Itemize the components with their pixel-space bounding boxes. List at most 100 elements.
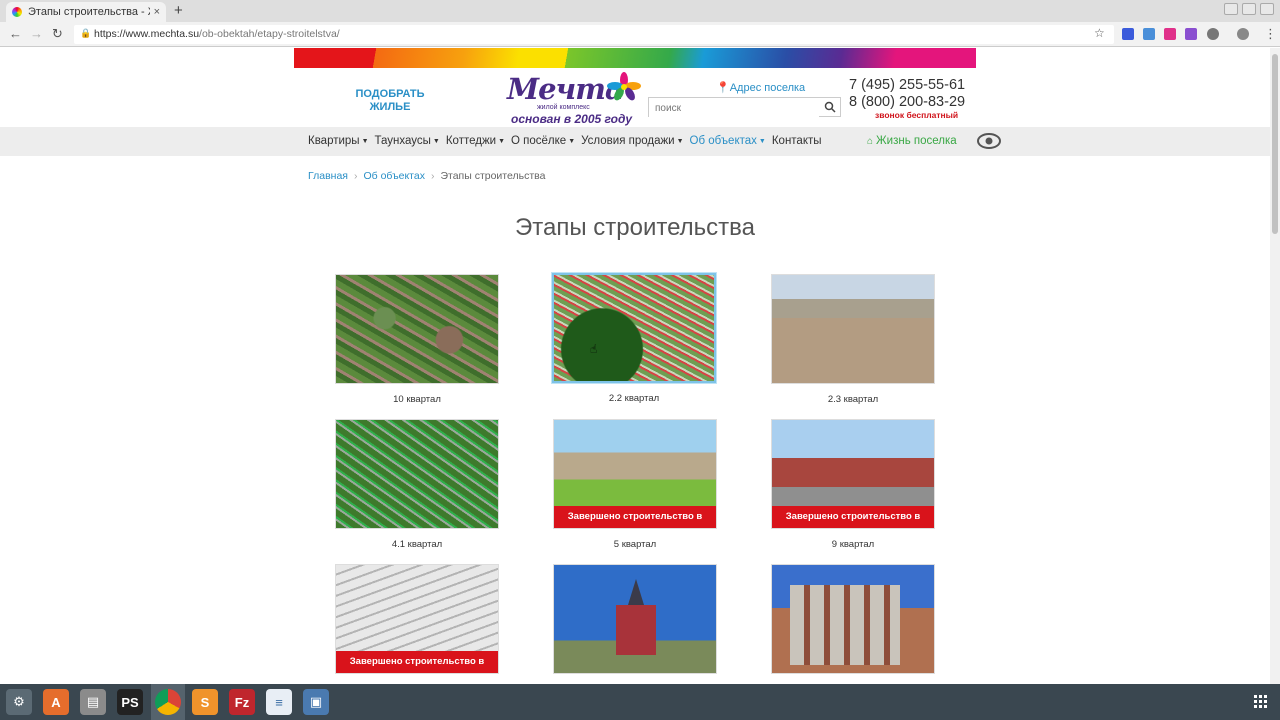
menu-item-about-objects[interactable]: Об объектах ▼ — [690, 135, 766, 147]
stage-photo[interactable]: Завершено строительство в 2016г. — [771, 419, 935, 529]
browser-tab[interactable]: Этапы строительства - Ж × — [6, 2, 166, 22]
stage-card-row3-2[interactable] — [553, 564, 717, 674]
extension-tool-icon[interactable] — [1185, 28, 1197, 40]
search-icon[interactable] — [824, 101, 836, 113]
stage-caption[interactable]: 10 квартал — [335, 394, 499, 405]
close-window-icon[interactable] — [1260, 3, 1274, 15]
menu-item-contacts[interactable]: Контакты — [772, 135, 822, 147]
menu-item-about-village[interactable]: О посёлке ▼ — [511, 135, 575, 147]
search-input[interactable] — [649, 99, 819, 118]
file-manager-icon[interactable]: ▤ — [80, 689, 106, 715]
eye-icon[interactable] — [977, 133, 1001, 149]
software-center-icon[interactable]: A — [43, 689, 69, 715]
stage-photo[interactable] — [771, 274, 935, 384]
building-shape — [790, 585, 900, 665]
tab-close-icon[interactable]: × — [154, 6, 160, 18]
stage-card-10[interactable]: 10 квартал — [335, 274, 499, 405]
phpstorm-icon[interactable]: PS — [117, 689, 143, 715]
stage-photo[interactable] — [335, 419, 499, 529]
settings-app-icon[interactable]: ⚙ — [6, 689, 32, 715]
url-host: https://www.mechta.su — [94, 28, 200, 40]
free-call-note: звонок бесплатный — [875, 110, 959, 120]
chevron-down-icon: ▼ — [498, 137, 506, 145]
scrollbar-thumb[interactable] — [1272, 54, 1278, 234]
stage-caption[interactable]: 2.2 квартал — [552, 393, 716, 404]
chevron-right-icon: › — [353, 170, 358, 182]
breadcrumb-current: Этапы строительства — [440, 170, 546, 182]
stage-card-5[interactable]: Завершено строительство в 2016г. 5 кварт… — [553, 419, 717, 550]
completed-badge: Завершено строительство в 2016г. — [772, 506, 934, 528]
stage-photo[interactable] — [335, 274, 499, 384]
forward-icon[interactable]: → — [30, 26, 43, 41]
menu-item-apartments[interactable]: Квартиры ▼ — [308, 135, 369, 147]
stage-photo[interactable]: Завершено строительство в 2017г. — [335, 564, 499, 674]
filezilla-icon[interactable]: Fz — [229, 689, 255, 715]
stage-card-2-2[interactable]: 2.2 квартал — [552, 273, 716, 404]
extension-color-icon[interactable] — [1164, 28, 1176, 40]
breadcrumb-objects[interactable]: Об объектах — [363, 170, 425, 182]
menu-item-label: Таунхаусы — [374, 135, 431, 147]
stage-caption[interactable]: 5 квартал — [553, 539, 717, 550]
apps-grid-icon[interactable] — [1254, 695, 1268, 709]
stage-card-row3-1[interactable]: Завершено строительство в 2017г. — [335, 564, 499, 674]
extension-sync-icon[interactable] — [1143, 28, 1155, 40]
chevron-down-icon: ▼ — [676, 137, 684, 145]
stage-card-4-1[interactable]: 4.1 квартал — [335, 419, 499, 550]
logo-flower-icon — [607, 72, 641, 101]
os-taskbar: ⚙ A ▤ PS S Fz ≡ ▣ — [0, 684, 1280, 720]
chevron-down-icon: ▼ — [568, 137, 576, 145]
reload-icon[interactable]: ↻ — [52, 26, 63, 42]
tab-title: Этапы строительства - Ж — [28, 6, 150, 18]
stage-card-9[interactable]: Завершено строительство в 2016г. 9 кварт… — [771, 419, 935, 550]
completed-badge: Завершено строительство в 2017г. — [336, 651, 498, 673]
stage-card-row3-3[interactable] — [771, 564, 935, 674]
address-link[interactable]: 📍Адрес поселка — [716, 81, 805, 94]
browser-tab-bar: Этапы строительства - Ж × + — [0, 0, 1280, 22]
stage-photo[interactable] — [552, 273, 716, 383]
menu-item-label: Коттеджи — [445, 135, 497, 147]
bookmark-star-icon[interactable]: ☆ — [1094, 26, 1105, 40]
screenshot-tool-icon[interactable]: ▣ — [303, 689, 329, 715]
logo-word: Мечта — [507, 72, 624, 106]
minimize-icon[interactable] — [1224, 3, 1238, 15]
phone-number-1[interactable]: 7 (495) 255-55-61 — [849, 77, 965, 93]
text-editor-icon[interactable]: ≡ — [266, 689, 292, 715]
chevron-down-icon: ▼ — [758, 137, 766, 145]
address-link-label: Адрес поселка — [729, 82, 806, 94]
browser-menu-icon[interactable]: ⋮ — [1264, 26, 1277, 42]
page-title: Этапы строительства — [515, 214, 755, 241]
breadcrumb-home[interactable]: Главная — [308, 170, 348, 182]
site-favicon-icon — [12, 7, 22, 17]
page-scrollbar[interactable] — [1270, 48, 1280, 684]
pick-housing-link[interactable]: ПОДОБРАТЬ ЖИЛЬЕ — [350, 88, 430, 114]
sublime-text-icon[interactable]: S — [192, 689, 218, 715]
stage-card-2-3[interactable]: 2.3 квартал — [771, 274, 935, 405]
village-life-link[interactable]: ⌂ Жизнь поселка — [867, 135, 957, 147]
completed-badge: Завершено строительство в 2016г. — [554, 506, 716, 528]
menu-item-cottages[interactable]: Коттеджи ▼ — [446, 135, 505, 147]
menu-item-sale-terms[interactable]: Условия продажи ▼ — [581, 135, 683, 147]
maximize-icon[interactable] — [1242, 3, 1256, 15]
village-life-label: Жизнь поселка — [876, 135, 957, 147]
menu-item-label: Квартиры — [308, 135, 360, 147]
stage-photo[interactable]: Завершено строительство в 2016г. — [553, 419, 717, 529]
house-icon: ⌂ — [867, 135, 874, 147]
new-tab-button[interactable]: + — [174, 2, 183, 19]
profile-avatar-icon[interactable] — [1237, 28, 1249, 40]
stage-photo[interactable] — [553, 564, 717, 674]
extension-globe-icon[interactable] — [1207, 28, 1219, 40]
phone-number-2[interactable]: 8 (800) 200-83-29 — [849, 94, 965, 110]
chrome-icon[interactable] — [155, 689, 181, 715]
url-path: /ob-obektah/etapy-stroitelstva/ — [199, 28, 340, 40]
site-logo[interactable]: Мечта жилой комплекс основан в 2005 году — [507, 70, 643, 128]
chevron-down-icon: ▼ — [432, 137, 440, 145]
stage-caption[interactable]: 2.3 квартал — [771, 394, 935, 405]
logo-subtitle: жилой комплекс — [537, 104, 590, 111]
stage-caption[interactable]: 9 квартал — [771, 539, 935, 550]
stage-photo[interactable] — [771, 564, 935, 674]
extension-flag-icon[interactable] — [1122, 28, 1134, 40]
menu-item-townhouses[interactable]: Таунхаусы ▼ — [375, 135, 440, 147]
url-field[interactable]: 🔒 https://www.mechta.su/ob-obektah/etapy… — [74, 25, 1114, 44]
stage-caption[interactable]: 4.1 квартал — [335, 539, 499, 550]
back-icon[interactable]: ← — [9, 26, 22, 41]
